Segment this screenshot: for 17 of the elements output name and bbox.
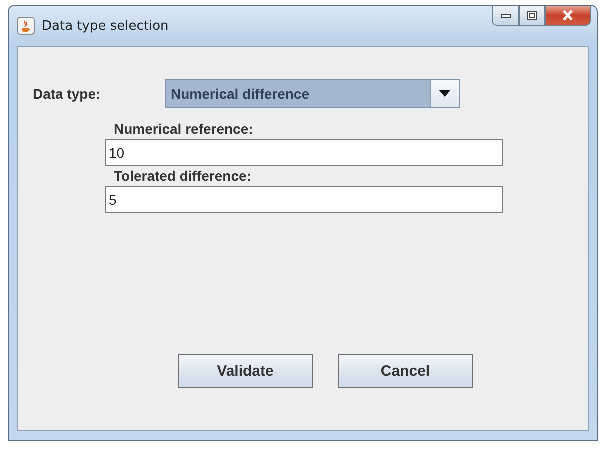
input-field[interactable]: 5 xyxy=(105,186,503,213)
minimize-icon xyxy=(500,14,510,18)
dropdown-caret-icon xyxy=(439,90,451,97)
field-label: Tolerated difference: xyxy=(114,168,252,186)
minimize-button[interactable] xyxy=(492,6,519,26)
dialog-button[interactable]: Cancel xyxy=(338,354,473,388)
close-button[interactable] xyxy=(545,6,591,26)
data-type-label: Data type: xyxy=(33,86,102,102)
maximize-icon xyxy=(527,11,537,20)
data-type-dropdown[interactable]: Numerical difference xyxy=(165,79,460,108)
cup-icon xyxy=(17,17,35,35)
field-label: Numerical reference: xyxy=(114,121,254,139)
input-field[interactable]: 10 xyxy=(105,139,503,166)
close-icon xyxy=(562,10,574,21)
maximize-button[interactable] xyxy=(519,6,545,26)
window-title: Data type selection xyxy=(42,18,169,34)
dialog-button[interactable]: Validate xyxy=(178,354,313,388)
